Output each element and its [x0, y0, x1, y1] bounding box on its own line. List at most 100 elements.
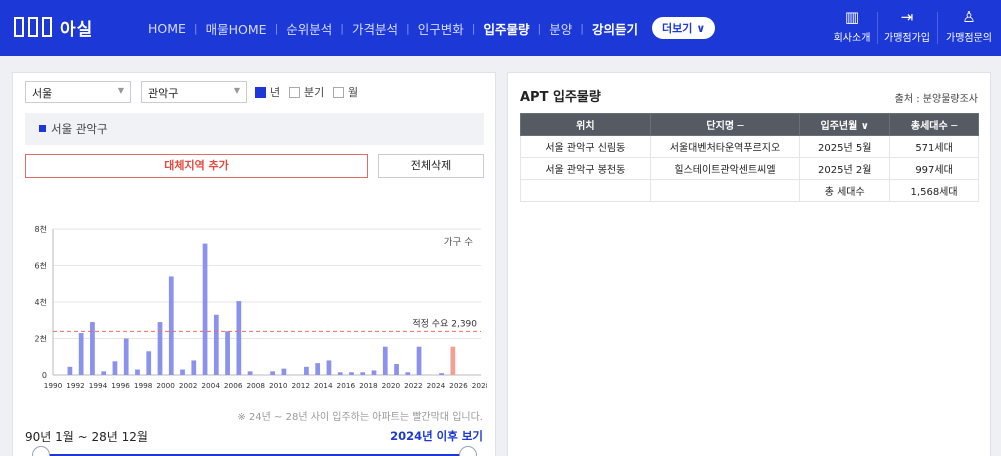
bar: [337, 372, 343, 375]
table-cell: [520, 179, 651, 202]
view-after-2024-link[interactable]: 2024년 이후 보기: [390, 428, 483, 444]
franchise-join-button[interactable]: ⇥ 가맹점가입: [880, 6, 934, 50]
supply-bar-chart: 02천4천6천8천1990 1992 1994 1996 1998 2000 2002 200…: [35, 224, 487, 390]
selected-region-bar: 서울 관악구: [25, 113, 484, 145]
district-select[interactable]: 관악구 ▼: [141, 81, 247, 103]
nav-item[interactable]: HOME: [140, 21, 194, 36]
y-tick-label: 8천: [35, 224, 47, 234]
x-tick-label: 2020: [382, 381, 401, 390]
source-label: 출처 : 분양물량조사: [894, 94, 978, 105]
x-tick-label: 1998: [134, 381, 153, 390]
supply-table: 위치 단지명 ─ 입주년월 ∨ 총세대수 ─ 서울 관악구 신림동 서울대벤처타운역푸르…: [520, 113, 979, 202]
legend-label: 가구 수: [444, 237, 473, 248]
x-tick-label: 2028: [472, 381, 487, 390]
company-intro-button[interactable]: ▥ 회사소개: [832, 6, 872, 50]
x-tick-label: 2000: [156, 381, 175, 390]
y-tick-label: 4천: [35, 297, 47, 307]
table-cell: 571세대: [889, 135, 979, 158]
column-header[interactable]: 단지명 ─: [649, 113, 801, 136]
x-tick-label: 1992: [66, 381, 85, 390]
x-tick-label: 2024: [427, 381, 446, 390]
table-cell: [649, 179, 801, 202]
table-row[interactable]: 서울 관악구 신림동 서울대벤처타운역푸르지오 2025년 5월 571세대: [520, 135, 979, 158]
nav-item[interactable]: 강의듣기: [584, 19, 646, 38]
supply-chart-panel: 서울 ▼ 관악구 ▼ 년 분기 월 서울 관악구 대체지역 추가 전체삭제 0 2…: [12, 72, 496, 456]
main-nav: HOME | 매물HOME | 순위분석 | 가격분석 | 인구변화 | 입주물량 | 분양 | 강의듣기 더…: [140, 17, 716, 39]
period-quarter-label: 분기: [304, 86, 325, 99]
bar: [67, 366, 73, 375]
x-tick-label: 2008: [246, 381, 265, 390]
x-tick-label: 2006: [224, 381, 243, 390]
franchise-inquiry-label: 가맹점문의: [946, 33, 992, 44]
bar: [405, 372, 411, 375]
nav-item[interactable]: 순위분석: [278, 19, 340, 38]
period-month-checkbox[interactable]: 월: [333, 84, 358, 100]
period-year-checkbox[interactable]: 년: [255, 84, 280, 100]
login-icon: ⇥: [900, 8, 914, 26]
city-select-value: 서울: [32, 87, 53, 100]
y-tick-label: 2천: [35, 334, 47, 344]
top-header: 아실 HOME | 매물HOME | 순위분석 | 가격분석 | 인구변화 | 입주물량 | 분양 | 강의…: [0, 0, 1001, 56]
checkbox-icon: [289, 86, 300, 98]
column-header[interactable]: 위치: [520, 113, 651, 136]
bar: [416, 346, 422, 375]
table-row[interactable]: 서울 관악구 봉천동 힐스테이트관악센트씨엘 2025년 2월 997세대: [520, 157, 979, 180]
bar: [191, 360, 197, 375]
range-start-handle[interactable]: [32, 446, 50, 456]
x-tick-label: 2010: [269, 381, 288, 390]
bar: [180, 369, 185, 375]
panel-title: APT 입주물량: [520, 90, 601, 105]
y-tick-label: 0: [42, 371, 47, 380]
nav-item[interactable]: 매물HOME: [198, 19, 275, 38]
period-month-label: 월: [348, 86, 359, 99]
table-cell: 서울 관악구 봉천동: [520, 157, 651, 180]
x-tick-label: 2016: [337, 381, 356, 390]
user-stars-icon: ♙: [962, 8, 976, 26]
nav-item[interactable]: 분양: [541, 19, 580, 38]
x-tick-label: 2012: [292, 381, 311, 390]
x-tick-label: 2014: [314, 381, 333, 390]
total-value: 1,568세대: [889, 179, 979, 202]
x-tick-label: 1994: [89, 381, 108, 390]
nav-item[interactable]: 가격분석: [344, 19, 406, 38]
add-region-button[interactable]: 대체지역 추가: [25, 154, 368, 178]
franchise-inquiry-button[interactable]: ♙ 가맹점문의: [940, 6, 998, 50]
company-intro-label: 회사소개: [833, 33, 871, 44]
column-header[interactable]: 총세대수 ─: [889, 113, 979, 136]
bar: [439, 373, 444, 375]
table-cell: 서울대벤처타운역푸르지오: [649, 135, 801, 158]
total-row: 총 세대수 1,568세대: [520, 179, 979, 202]
more-button-label: 더보기: [661, 22, 693, 35]
more-button[interactable]: 더보기 ∨: [651, 17, 716, 39]
bar: [270, 371, 275, 375]
bar: [213, 314, 219, 375]
checkbox-icon: [255, 86, 266, 98]
region-label: 서울 관악구: [51, 122, 108, 136]
bar: [168, 276, 174, 375]
nav-item[interactable]: 입주물량: [475, 19, 537, 38]
city-select[interactable]: 서울 ▼: [25, 81, 131, 103]
period-quarter-checkbox[interactable]: 분기: [289, 84, 324, 100]
bar: [78, 333, 84, 375]
logo[interactable]: 아실: [14, 12, 93, 42]
dropdown-arrow-icon: ▼: [117, 86, 124, 95]
delete-all-button[interactable]: 전체삭제: [378, 154, 484, 178]
region-marker-icon: [39, 125, 46, 132]
range-end-handle[interactable]: [459, 446, 477, 456]
x-tick-label: 2004: [201, 381, 220, 390]
x-tick-label: 2022: [404, 381, 423, 390]
demand-line-label: 적정 수요 2,390: [412, 317, 477, 329]
x-tick-label: 2026: [449, 381, 468, 390]
bar: [304, 366, 309, 375]
table-header-row: 위치 단지명 ─ 입주년월 ∨ 총세대수 ─: [520, 113, 979, 136]
table-cell: 2025년 2월: [799, 157, 891, 180]
bar: [349, 372, 354, 375]
checkbox-icon: [333, 86, 344, 98]
nav-item[interactable]: 인구변화: [410, 19, 472, 38]
table-cell: 2025년 5월: [799, 135, 891, 158]
column-header[interactable]: 입주년월 ∨: [799, 113, 891, 136]
bar: [315, 363, 321, 375]
bar: [382, 346, 388, 375]
bar: [281, 368, 287, 375]
bar: [101, 371, 107, 375]
